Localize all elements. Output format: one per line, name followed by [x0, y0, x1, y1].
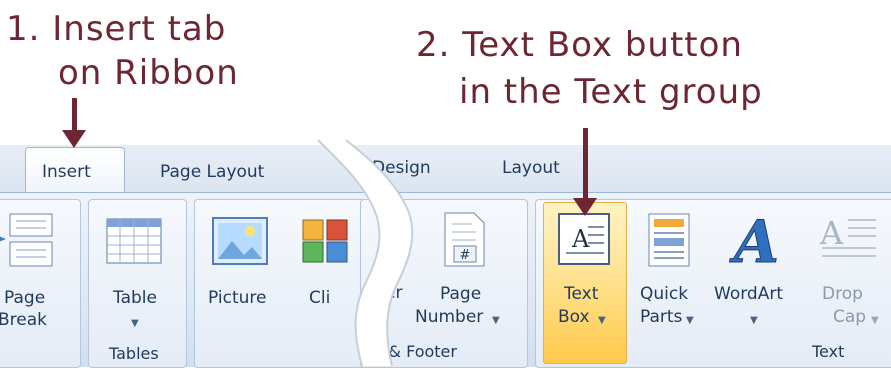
tab-page-layout[interactable]: Page Layout — [160, 162, 264, 182]
tab-design[interactable]: Design — [372, 158, 431, 178]
svg-text:#: # — [460, 248, 471, 263]
page-break-icon — [0, 213, 53, 267]
table-icon — [106, 218, 162, 264]
drop-cap-icon: A — [819, 214, 876, 257]
quick-parts-button[interactable] — [648, 213, 690, 271]
picture-label: Picture — [208, 288, 267, 308]
table-button[interactable] — [106, 218, 162, 270]
tab-insert-label: Insert — [42, 162, 91, 182]
drop-cap-button[interactable]: A — [818, 212, 878, 268]
svg-text:A: A — [729, 208, 779, 270]
drop-cap-label-1: Drop — [822, 284, 863, 304]
quick-parts-icon — [648, 213, 690, 267]
arrow-to-text-box-head-icon — [573, 198, 597, 216]
footer-dropdown-caret-icon: ▼ — [372, 313, 380, 324]
page-number-icon: # — [444, 212, 485, 267]
callout-step1-line2: on Ribbon — [58, 53, 239, 93]
group-tables-label: Tables — [109, 344, 159, 363]
page-number-dropdown-caret-icon: ▼ — [492, 315, 500, 326]
svg-text:A: A — [571, 225, 590, 253]
quick-parts-label-2: Parts — [640, 307, 683, 327]
group-text-label: Text — [812, 342, 845, 361]
page-number-button[interactable]: # — [444, 212, 486, 272]
clip-art-button[interactable] — [302, 219, 350, 267]
drop-cap-label-2: Cap — [833, 307, 867, 327]
picture-icon — [212, 217, 268, 265]
drop-cap-dropdown-caret-icon: ▼ — [871, 315, 879, 326]
arrow-to-text-box — [583, 128, 588, 200]
tab-layout[interactable]: Layout — [502, 158, 560, 178]
arrow-to-insert-tab-head-icon — [62, 130, 86, 148]
arrow-to-insert-tab — [72, 98, 77, 133]
page-number-label-2: Number — [415, 307, 484, 327]
clip-art-label: Cli — [309, 288, 331, 308]
clip-art-icon — [302, 219, 348, 263]
quick-parts-label-1: Quick — [640, 284, 689, 304]
text-box-dropdown-caret-icon: ▼ — [598, 315, 606, 326]
page-break-label-2: Break — [0, 310, 47, 330]
text-box-icon: A — [558, 213, 610, 269]
table-dropdown-caret-icon: ▼ — [131, 318, 139, 329]
footer-label[interactable]: oter — [368, 282, 403, 304]
svg-text:A: A — [819, 214, 844, 252]
wordart-button[interactable]: A — [728, 208, 780, 277]
callout-step1-line1: 1. Insert tab — [6, 9, 227, 49]
wordart-dropdown-caret-icon: ▼ — [750, 315, 758, 326]
wordart-icon: A — [729, 208, 780, 277]
page-break-label-1: Page — [4, 288, 46, 308]
wordart-label: WordArt — [714, 284, 783, 304]
callout-step2-line2: in the Text group — [459, 72, 763, 112]
table-label: Table — [113, 288, 157, 308]
page-number-label-1: Page — [440, 284, 482, 304]
page-break-button[interactable] — [0, 212, 58, 272]
callout-step2-line1: 2. Text Box button — [416, 25, 743, 65]
text-box-label-1: Text — [564, 284, 599, 304]
group-header-footer-label: er & Footer — [367, 342, 457, 361]
ribbon-tab-bar — [0, 145, 891, 192]
quick-parts-dropdown-caret-icon: ▼ — [686, 315, 694, 326]
picture-button[interactable] — [212, 217, 268, 271]
text-box-label-2: Box — [558, 307, 590, 327]
